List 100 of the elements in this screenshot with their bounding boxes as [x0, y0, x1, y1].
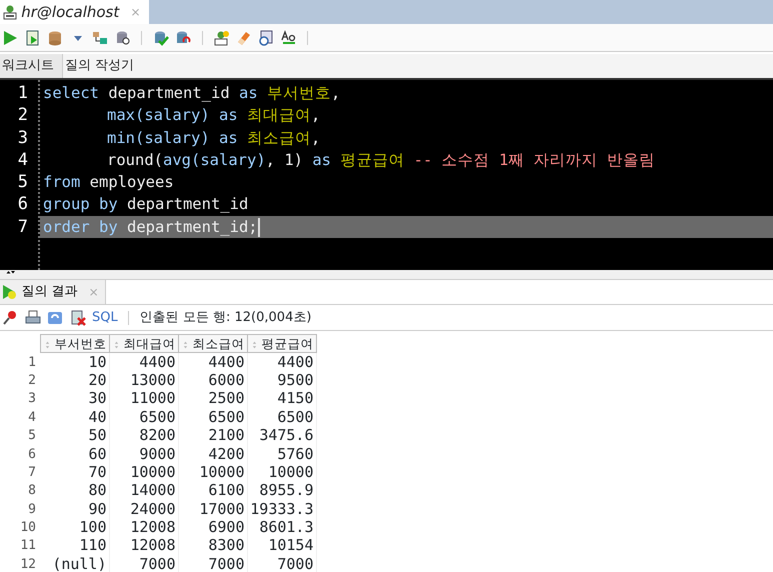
table-cell: 20: [40, 371, 109, 390]
table-cell: 2500: [178, 390, 247, 408]
print-icon[interactable]: [24, 310, 40, 326]
table-cell: (null): [40, 555, 109, 572]
editor-tab[interactable]: 워크시트: [0, 54, 63, 78]
status-text: 인출된 모든 행: 12(0,004초): [140, 308, 312, 327]
table-cell: 40: [40, 408, 109, 426]
table-cell: 6000: [178, 371, 247, 390]
pin-icon[interactable]: [2, 310, 18, 326]
row-number: 9: [27, 500, 37, 518]
table-cell: 5760: [247, 444, 316, 464]
table-cell: 70: [40, 463, 109, 482]
table-cell: 10000: [247, 463, 316, 482]
database-icon[interactable]: [47, 30, 63, 46]
row-number: 1: [0, 352, 40, 372]
table-cell: 8601.3: [247, 518, 316, 537]
table-cell: 6900: [178, 518, 247, 537]
row-number: 12: [19, 556, 37, 572]
table-cell: 4150: [247, 390, 316, 408]
commit-icon[interactable]: [152, 30, 168, 46]
editor-tab[interactable]: 질의 작성기: [63, 54, 142, 78]
table-cell: 110: [40, 536, 109, 556]
line-number: 3: [16, 126, 29, 149]
document-tab[interactable]: hr@localhost ×: [0, 0, 149, 24]
delete-sheet-icon[interactable]: [70, 310, 86, 326]
code-line: from employees: [42, 172, 175, 194]
table-cell: 3475.6: [247, 426, 316, 445]
row-number: 5: [27, 427, 37, 445]
row-number: 2: [27, 372, 37, 390]
explain-icon[interactable]: [92, 30, 108, 46]
database-user-icon: [2, 4, 18, 20]
table-cell: 8300: [178, 536, 247, 556]
table-cell: 14000: [109, 482, 178, 500]
column-header[interactable]: 최대급여: [109, 334, 178, 353]
database-search-icon[interactable]: [114, 30, 130, 46]
tab-title: 질의 결과: [21, 283, 78, 302]
run-result-icon: [2, 284, 18, 300]
table-cell: 100: [40, 518, 109, 537]
table-cell: 90: [40, 500, 109, 518]
line-number: 2: [16, 104, 29, 127]
code-line: select department_id as 부서번호,: [42, 83, 342, 104]
table-cell: 50: [40, 426, 109, 445]
table-cell: 24000: [109, 500, 178, 518]
table-cell: 13000: [109, 371, 178, 390]
column-header[interactable]: 평균급여: [247, 334, 316, 353]
table-cell: 7000: [178, 555, 247, 572]
table-cell: 8955.9: [247, 482, 316, 500]
column-header[interactable]: 부서번호: [40, 334, 109, 353]
table-cell: 10154: [247, 536, 316, 556]
refresh-icon[interactable]: [47, 310, 63, 326]
table-cell: 9000: [109, 444, 178, 464]
row-number: 3: [27, 390, 37, 408]
format-icon[interactable]: [280, 30, 296, 46]
code-line: min(salary) as 최소급여,: [106, 128, 322, 149]
table-cell: 80: [40, 482, 109, 500]
table-cell: 60: [40, 444, 109, 464]
code-line: group by department_id: [42, 194, 250, 216]
table-cell: 30: [40, 390, 109, 408]
column-header[interactable]: 최소급여: [178, 334, 247, 353]
row-number: 7: [27, 464, 37, 482]
line-number: 1: [16, 82, 29, 104]
table-cell: 6500: [247, 408, 316, 426]
history-icon[interactable]: [258, 30, 274, 46]
table-cell: 7000: [109, 555, 178, 572]
line-number: 5: [16, 171, 29, 194]
table-cell: 10000: [109, 463, 178, 482]
code-line: max(salary) as 최대급여,: [106, 105, 322, 126]
sql-link[interactable]: SQL: [92, 308, 118, 328]
table-cell: 12008: [109, 518, 178, 537]
eraser-icon[interactable]: [236, 30, 252, 46]
row-number: 10: [19, 519, 37, 537]
table-cell: 6500: [178, 408, 247, 426]
run-icon[interactable]: [2, 30, 18, 46]
rollback-icon[interactable]: [175, 30, 191, 46]
row-number: 4: [27, 408, 37, 426]
sql-sheet-icon[interactable]: [213, 30, 229, 46]
table-cell: 4400: [247, 352, 316, 372]
code-line: round(avg(salary), 1) as 평균급여 -- 소수점 1째 자리까지 반올림: [106, 150, 656, 171]
results-tab[interactable]: 질의 결과 ×: [0, 280, 106, 304]
tab-title: hr@localhost: [21, 2, 120, 23]
table-cell: 10000: [178, 463, 247, 482]
table-cell: 6100: [178, 482, 247, 500]
table-cell: 12008: [109, 536, 178, 556]
table-cell: 9500: [247, 371, 316, 390]
table-cell: 8200: [109, 426, 178, 445]
table-cell: 2100: [178, 426, 247, 445]
row-number: 6: [27, 446, 37, 464]
row-number: 8: [27, 482, 37, 500]
table-cell: 6500: [109, 408, 178, 426]
table-cell: 17000: [178, 500, 247, 518]
run-script-icon[interactable]: [24, 30, 40, 46]
table-cell: 11000: [109, 390, 178, 408]
row-number: 11: [19, 537, 37, 556]
line-number: 6: [16, 193, 29, 216]
line-number: 4: [16, 148, 29, 172]
table-cell: 10: [40, 352, 109, 372]
table-cell: 19333.3: [247, 500, 316, 518]
line-number: 7: [16, 216, 29, 238]
table-cell: 4400: [178, 352, 247, 372]
table-cell: 4200: [178, 444, 247, 464]
